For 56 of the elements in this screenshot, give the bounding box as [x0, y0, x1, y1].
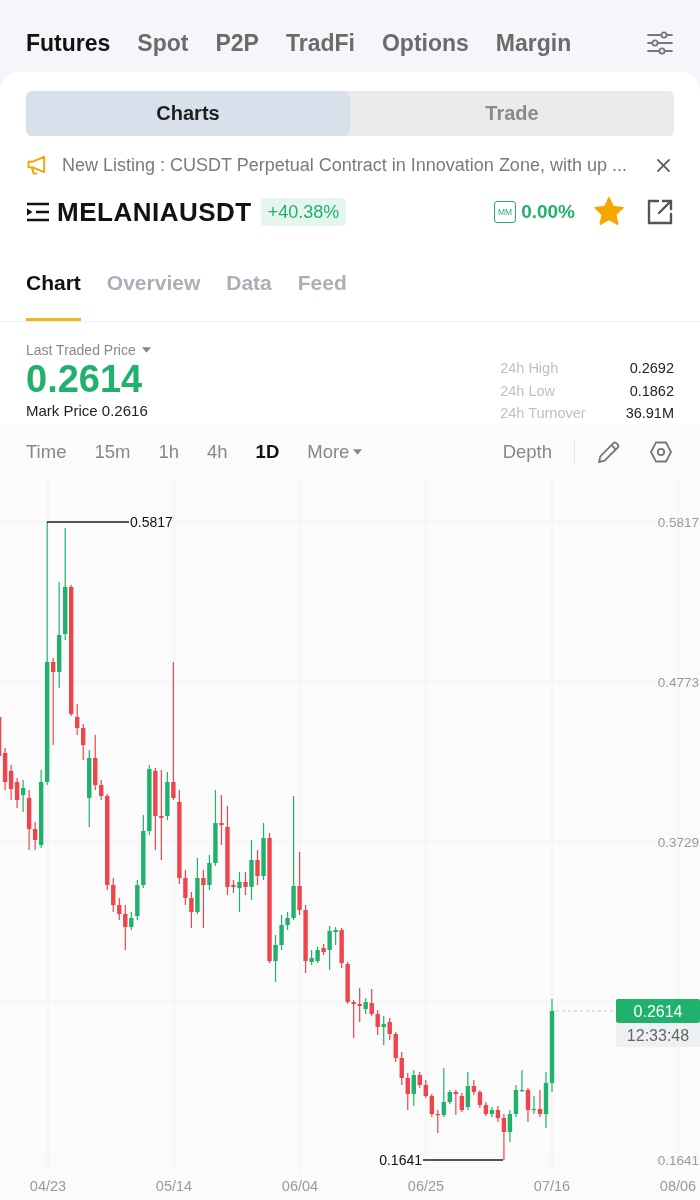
last-price: 0.2614: [26, 359, 143, 399]
date-axis-label: 08/06: [659, 1178, 697, 1194]
date-axis-label: 04/23: [29, 1178, 67, 1194]
countdown-timer: 12:33:48: [616, 1023, 700, 1047]
caret-icon: [353, 448, 363, 455]
caret-icon: [141, 347, 151, 353]
last-price-tag: 0.2614: [616, 999, 700, 1023]
stat-value: 36.91M: [625, 404, 674, 423]
stat-label: 24h High: [500, 359, 560, 378]
funding-rate: 0.00%: [521, 201, 575, 223]
mm-tag: MM: [494, 201, 517, 223]
settings-icon[interactable]: [649, 439, 673, 464]
date-axis-label: 06/04: [281, 1178, 319, 1194]
stat-value: 0.1862: [629, 381, 674, 401]
market-tab[interactable]: Margin: [495, 28, 572, 58]
market-tab[interactable]: Options: [381, 28, 469, 58]
market-tab[interactable]: Spot: [137, 28, 189, 58]
content-tab[interactable]: Overview: [106, 230, 201, 321]
mark-price: Mark Price 0.2616: [26, 401, 148, 421]
market-tab[interactable]: P2P: [215, 28, 259, 58]
depth-tab[interactable]: Depth: [502, 440, 552, 463]
price-axis-label: 0.3729: [657, 834, 699, 850]
interval-tab[interactable]: 15m: [94, 440, 131, 463]
more-dropdown[interactable]: More: [307, 440, 363, 463]
close-icon[interactable]: [657, 158, 670, 172]
interval-tab[interactable]: 4h: [207, 440, 228, 463]
high-price-label: 0.5817: [130, 514, 173, 530]
low-price-label: 0.1641: [379, 1152, 422, 1168]
price-axis-label: 0.4773: [657, 674, 699, 690]
date-axis-label: 06/25: [407, 1178, 445, 1194]
market-tab[interactable]: TradFi: [285, 28, 355, 58]
list-icon[interactable]: [26, 202, 50, 222]
star-icon[interactable]: [593, 196, 625, 228]
content-tab[interactable]: Data: [226, 230, 272, 321]
pencil-icon[interactable]: [597, 439, 621, 464]
content-tab[interactable]: Chart: [26, 230, 81, 321]
date-axis-label: 05/14: [155, 1178, 193, 1194]
price-type-selector[interactable]: Last Traded Price: [26, 341, 151, 359]
price-change-badge: +40.38%: [260, 198, 347, 226]
market-tab[interactable]: Futures: [26, 28, 111, 58]
interval-tab[interactable]: 1h: [158, 440, 179, 463]
price-axis-label: 0.1641: [657, 1152, 699, 1168]
stat-value: 0.2692: [629, 359, 674, 378]
megaphone-icon: [27, 155, 48, 175]
announcement-text: New Listing : CUSDT Perpetual Contract in Innovation Zone, with up ...: [62, 154, 627, 176]
content-tab[interactable]: Feed: [297, 230, 347, 321]
symbol-name[interactable]: MELANIAUSDT: [57, 196, 252, 228]
date-axis-label: 07/16: [533, 1178, 571, 1194]
external-link-icon[interactable]: [646, 198, 674, 226]
view-toggle-tab[interactable]: Charts: [26, 91, 350, 136]
sliders-icon[interactable]: [647, 31, 673, 55]
interval-tab[interactable]: 1D: [255, 440, 280, 463]
price-axis-label: 0.5817: [657, 514, 699, 530]
stat-label: 24h Turnover: [500, 404, 586, 423]
interval-tab[interactable]: Time: [26, 440, 67, 463]
stat-label: 24h Low: [500, 381, 556, 401]
